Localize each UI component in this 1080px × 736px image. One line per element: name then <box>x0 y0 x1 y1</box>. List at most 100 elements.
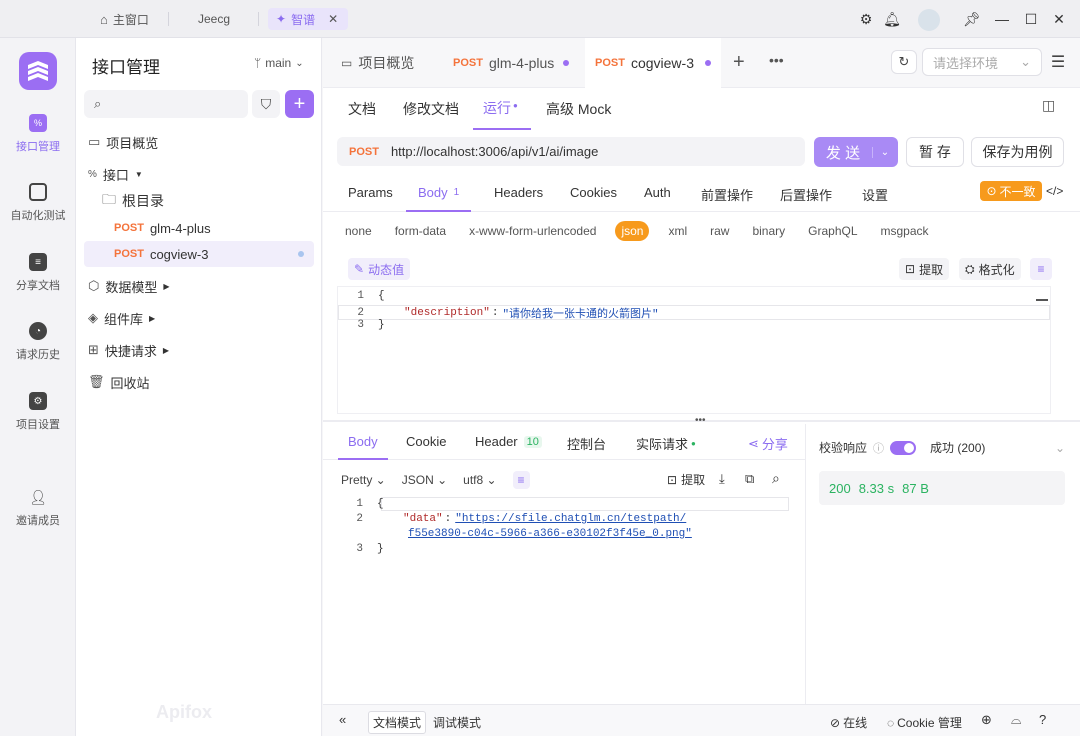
tree-item-api[interactable]: % 接口 ▼ <box>86 161 318 187</box>
rail-item-invite[interactable]: 👤︎ 邀请成员 <box>0 488 76 528</box>
avatar[interactable] <box>918 9 940 31</box>
request-body-editor[interactable]: 1{ 2 "description": "请你给我一张卡通的火箭图片" 3} <box>337 286 1051 414</box>
json-select[interactable]: JSON ⌄ <box>402 473 447 487</box>
extract-button[interactable]: ⊡ 提取 <box>899 258 950 280</box>
close-window-icon[interactable]: ✕ <box>1050 10 1068 28</box>
window-tab-main[interactable]: ⌂ 主窗口 <box>92 8 157 30</box>
pin-icon[interactable]: 📌︎ <box>963 10 981 28</box>
tab-cogview-3[interactable]: POST cogview-3 <box>585 38 721 88</box>
tab-body[interactable]: Body 1 <box>406 174 472 212</box>
tree-item-glm-4-plus[interactable]: POST glm-4-plus <box>112 215 318 241</box>
add-tab-button[interactable]: + <box>733 51 745 74</box>
validate-toggle[interactable] <box>890 440 917 455</box>
chevron-down-icon[interactable]: ⌄ <box>1055 441 1065 455</box>
copy-icon[interactable]: ⧉ <box>745 471 754 487</box>
tree-item-quick[interactable]: ⊞ 快捷请求 ▶ <box>86 337 318 363</box>
json-link-value[interactable]: f55e3890-c04c-5966-a366-e30102f3f45e_0.p… <box>408 528 692 540</box>
tab-doc[interactable]: 文档 <box>348 88 376 130</box>
dynamic-value-button[interactable]: ✎ 动态值 <box>348 258 411 280</box>
code-icon[interactable]: </> <box>1046 184 1063 198</box>
body-type-msgpack[interactable]: msgpack <box>877 221 933 241</box>
response-extract-button[interactable]: ⊡ 提取 <box>667 471 705 488</box>
tree-item-overview[interactable]: ▭ 项目概览 <box>86 129 318 155</box>
window-tab-zhipu[interactable]: ✦ 智谱 ✕ <box>268 8 348 30</box>
debug-mode-button[interactable]: 调试模式 <box>429 712 485 733</box>
environment-select[interactable]: 请选择环境 ⌄ <box>922 48 1042 76</box>
toggle-panel-button[interactable]: ◫ <box>1042 97 1055 114</box>
tab-actual-request[interactable]: 实际请求 ● <box>636 434 696 453</box>
body-type-urlencoded[interactable]: x-www-form-urlencoded <box>465 221 600 241</box>
rail-item-automation[interactable]: 自动化测试 <box>0 183 76 223</box>
help-icon[interactable]: ? <box>1039 712 1046 727</box>
tab-headers[interactable]: Headers <box>494 185 543 200</box>
wrap-toggle[interactable]: ≡ <box>512 471 530 489</box>
body-type-none[interactable]: none <box>341 221 376 241</box>
search-icon[interactable]: ⌕ <box>772 470 780 487</box>
send-button[interactable]: 发 送 ⌄ <box>814 137 898 167</box>
tab-advanced-mock[interactable]: 高级 Mock <box>546 88 611 130</box>
shirt-icon[interactable]: ⌓ <box>1011 712 1021 728</box>
rail-item-api[interactable]: % 接口管理 <box>0 114 76 154</box>
gear-icon[interactable]: ⚙ <box>857 10 875 28</box>
bell-icon[interactable]: 🔔︎ <box>883 10 901 28</box>
share-button[interactable]: ⋖ 分享 <box>748 434 788 453</box>
tree-item-components[interactable]: ◈ 组件库 ▶ <box>86 305 318 331</box>
validate-result[interactable]: 成功 (200) <box>930 439 985 456</box>
doc-mode-button[interactable]: 文档模式 <box>368 711 427 734</box>
tree-item-cogview-3[interactable]: POST cogview-3 <box>84 241 314 267</box>
pretty-select[interactable]: Pretty ⌄ <box>341 473 386 487</box>
method-select[interactable]: POST <box>349 146 379 158</box>
tree-item-root[interactable]: 🗀︎ 根目录 <box>100 188 318 214</box>
wrap-toggle[interactable]: ≡ <box>1030 258 1052 280</box>
save-as-case-button[interactable]: 保存为用例 <box>971 137 1064 167</box>
url-input[interactable]: http://localhost:3006/api/v1/ai/image <box>391 144 598 159</box>
tree-item-models[interactable]: ⬡ 数据模型 ▶ <box>86 273 318 299</box>
upgrade-icon[interactable]: ⊕ <box>981 712 992 728</box>
rail-item-settings[interactable]: ⚙ 项目设置 <box>0 392 76 432</box>
tab-cookies[interactable]: Cookies <box>570 185 617 200</box>
menu-button[interactable]: ☰ <box>1045 48 1071 76</box>
save-button[interactable]: 暂 存 <box>906 137 964 167</box>
tab-auth[interactable]: Auth <box>644 185 671 200</box>
minimize-icon[interactable]: — <box>993 10 1011 28</box>
tab-overview[interactable]: ▭ 项目概览 <box>331 38 424 88</box>
tree-item-trash[interactable]: 🗑︎ 回收站 <box>86 369 318 395</box>
tab-settings[interactable]: 设置 <box>862 185 888 204</box>
add-button[interactable]: + <box>285 90 314 118</box>
body-type-binary[interactable]: binary <box>748 221 789 241</box>
mismatch-badge[interactable]: ⊙ 不一致 <box>980 181 1042 201</box>
search-input[interactable]: ⌕ <box>84 90 248 118</box>
body-type-xml[interactable]: xml <box>664 221 691 241</box>
tab-console[interactable]: 控制台 <box>567 434 606 453</box>
maximize-icon[interactable]: ☐ <box>1022 10 1040 28</box>
tab-pre-processors[interactable]: 前置操作 <box>701 185 753 204</box>
close-icon[interactable]: ✕ <box>328 12 338 26</box>
download-icon[interactable]: ⤓ <box>719 471 725 487</box>
body-type-raw[interactable]: raw <box>706 221 733 241</box>
online-status[interactable]: ⊘ 在线 <box>830 714 867 731</box>
tab-response-body[interactable]: Body <box>338 424 388 460</box>
filter-button[interactable]: ⛉ <box>252 90 280 118</box>
chevron-down-icon[interactable]: ⌄ <box>872 146 897 158</box>
tab-glm-4-plus[interactable]: POST glm-4-plus <box>443 38 583 88</box>
response-body-viewer[interactable]: 1{ 2 "data": "https://sfile.chatglm.cn/tes… <box>337 497 789 697</box>
window-tab-jeecg[interactable]: Jeecg <box>190 8 238 30</box>
body-type-json[interactable]: json <box>615 221 650 241</box>
tab-edit-doc[interactable]: 修改文档 <box>403 88 459 130</box>
body-type-form-data[interactable]: form-data <box>391 221 450 241</box>
tab-post-processors[interactable]: 后置操作 <box>780 185 832 204</box>
branch-selector[interactable]: ᛘ main ⌄ <box>254 56 304 70</box>
format-button[interactable]: ⛭ 格式化 <box>959 258 1021 280</box>
collapse-icon[interactable]: « <box>339 712 346 727</box>
more-tabs-button[interactable]: ••• <box>769 52 784 68</box>
rail-item-share[interactable]: ≡ 分享文档 <box>0 253 76 293</box>
cookie-manager[interactable]: ◌ Cookie 管理 <box>887 714 962 731</box>
tab-run[interactable]: 运行 ● <box>473 88 531 130</box>
tab-response-header[interactable]: Header 10 <box>475 434 542 449</box>
rail-item-history[interactable]: ◔ 请求历史 <box>0 322 76 362</box>
url-bar[interactable]: POST http://localhost:3006/api/v1/ai/ima… <box>337 137 805 166</box>
refresh-button[interactable]: ↻ <box>891 50 917 74</box>
tab-response-cookie[interactable]: Cookie <box>406 434 446 449</box>
body-type-graphql[interactable]: GraphQL <box>804 221 861 241</box>
tab-params[interactable]: Params <box>348 185 393 200</box>
